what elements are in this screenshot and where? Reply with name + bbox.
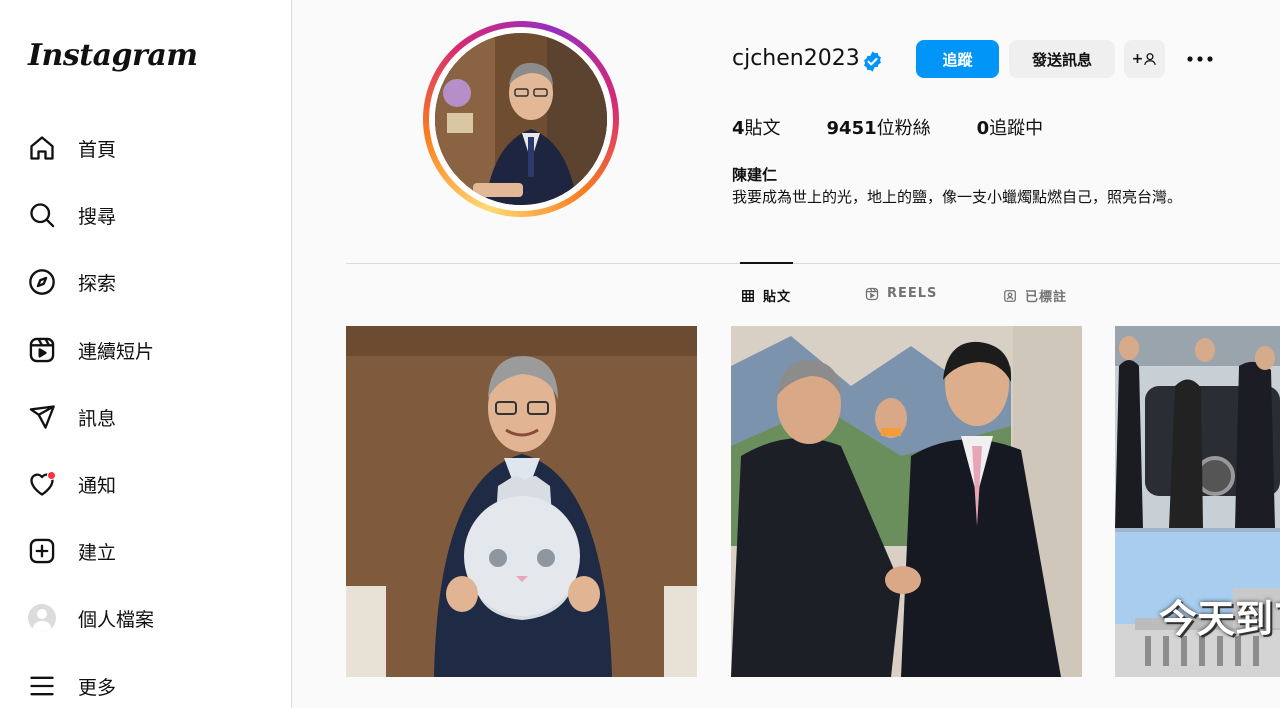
tab-reels[interactable]: REELS	[865, 286, 937, 301]
send-icon	[28, 403, 56, 431]
followers-label: 位粉絲	[876, 118, 931, 139]
sidebar-item-label: 建立	[78, 541, 117, 564]
home-icon	[28, 134, 56, 162]
profile-avatar-story-ring[interactable]	[423, 21, 619, 217]
profile-stats: 4貼文 9451位粉絲 0追蹤中	[732, 114, 1089, 140]
profile-bio: 我要成為世上的光，地上的鹽，像一支小蠟燭點燃自己，照亮台灣。	[732, 188, 1183, 206]
sidebar-item-label: 訊息	[78, 407, 117, 430]
avatar	[28, 604, 56, 632]
search-icon	[28, 201, 56, 229]
sidebar-item-explore[interactable]: 探索	[16, 258, 274, 306]
profile-full-name: 陳建仁	[732, 166, 778, 184]
menu-icon	[28, 672, 56, 700]
following-label: 追蹤中	[989, 118, 1044, 139]
post-thumbnail[interactable]	[731, 326, 1082, 677]
notification-dot	[47, 471, 56, 480]
post-image-top	[1115, 326, 1280, 528]
sidebar-item-more[interactable]: 更多	[16, 662, 274, 708]
profile-main: cjchen2023 追蹤 發送訊息 + 4貼文 9451位粉絲 0追蹤中 陳建…	[293, 0, 1280, 708]
post-overlay-text: 今天到ㄒ	[1159, 597, 1280, 641]
tab-label: 貼文	[763, 290, 792, 305]
tab-label: REELS	[887, 286, 938, 301]
tabs-divider	[346, 263, 1280, 264]
sidebar-item-profile[interactable]: 個人檔案	[16, 594, 274, 642]
sidebar-item-label: 首頁	[78, 138, 117, 161]
following-count: 0	[976, 118, 990, 139]
add-label: +	[1131, 51, 1144, 67]
sidebar-item-label: 搜尋	[78, 205, 117, 228]
sidebar-item-label: 通知	[78, 474, 117, 497]
grid-icon	[742, 289, 754, 302]
posts-stat: 4貼文	[732, 114, 781, 140]
post-thumbnail[interactable]	[346, 326, 697, 677]
followers-count: 9451	[826, 118, 877, 139]
follow-button[interactable]: 追蹤	[916, 40, 999, 78]
tab-tagged[interactable]: 已標註	[1003, 286, 1067, 305]
send-message-button[interactable]: 發送訊息	[1009, 40, 1115, 78]
sidebar-item-home[interactable]: 首頁	[16, 124, 274, 172]
reels-icon	[28, 336, 56, 364]
active-tab-indicator	[740, 262, 793, 264]
compass-icon	[28, 268, 56, 296]
posts-count: 4	[732, 118, 745, 139]
sidebar-item-reels[interactable]: 連續短片	[16, 326, 274, 374]
person-icon	[1144, 53, 1157, 66]
verified-badge-icon	[864, 51, 881, 72]
sidebar-item-messages[interactable]: 訊息	[16, 393, 274, 441]
heart-icon	[28, 470, 56, 498]
suggest-user-button[interactable]: +	[1124, 40, 1165, 78]
sidebar-item-label: 探索	[78, 272, 117, 295]
sidebar-item-label: 更多	[78, 676, 117, 699]
followers-stat[interactable]: 9451位粉絲	[827, 114, 931, 140]
tab-posts[interactable]: 貼文	[741, 286, 791, 305]
profile-username: cjchen2023	[732, 46, 860, 71]
sidebar-item-label: 個人檔案	[78, 608, 155, 631]
reels-icon	[865, 287, 879, 300]
tagged-person-icon	[1004, 289, 1016, 302]
sidebar-item-create[interactable]: 建立	[16, 527, 274, 575]
post-thumbnail[interactable]: 今天到ㄒ	[1115, 326, 1280, 677]
tab-label: 已標註	[1025, 290, 1068, 305]
sidebar-item-search[interactable]: 搜尋	[16, 191, 274, 239]
more-options-icon[interactable]	[1186, 52, 1214, 66]
profile-photo	[435, 33, 607, 205]
sidebar-item-label: 連續短片	[78, 340, 155, 363]
posts-label: 貼文	[744, 118, 781, 139]
plus-square-icon	[28, 537, 56, 565]
instagram-logo[interactable]: Instagram	[28, 38, 198, 73]
sidebar: Instagram 首頁 搜尋 探索 連續短片 訊息 通知 建立 個人檔案 更多	[0, 0, 292, 708]
following-stat[interactable]: 0追蹤中	[977, 114, 1044, 140]
sidebar-item-notifications[interactable]: 通知	[16, 460, 274, 508]
